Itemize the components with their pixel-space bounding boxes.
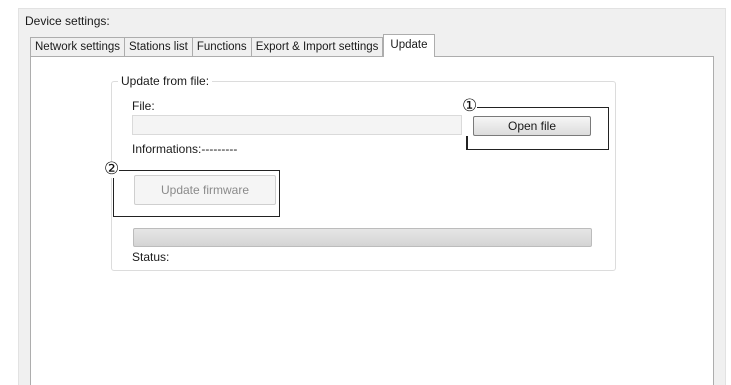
informations-label: Informations:--------- — [132, 142, 238, 156]
open-file-button[interactable]: Open file — [473, 116, 591, 136]
update-firmware-button[interactable]: Update firmware — [134, 175, 276, 205]
update-progress-bar — [133, 228, 592, 247]
tab-network-settings[interactable]: Network settings — [30, 37, 126, 57]
callout-marker-1: ① — [462, 96, 478, 116]
tab-stations-list[interactable]: Stations list — [124, 37, 193, 57]
tab-export-import-settings[interactable]: Export & Import settings — [250, 37, 384, 57]
file-label: File: — [132, 99, 155, 113]
tab-bar: Network settings Stations list Functions… — [30, 34, 435, 57]
tab-update[interactable]: Update — [383, 34, 435, 57]
file-path-field — [132, 115, 462, 135]
update-from-file-legend: Update from file: — [118, 74, 213, 88]
callout-marker-2: ② — [104, 159, 120, 179]
tab-functions[interactable]: Functions — [191, 37, 252, 57]
device-settings-window: Device settings: Network settings Statio… — [0, 0, 731, 385]
device-settings-label: Device settings: — [25, 14, 112, 28]
status-label: Status: — [132, 250, 170, 264]
